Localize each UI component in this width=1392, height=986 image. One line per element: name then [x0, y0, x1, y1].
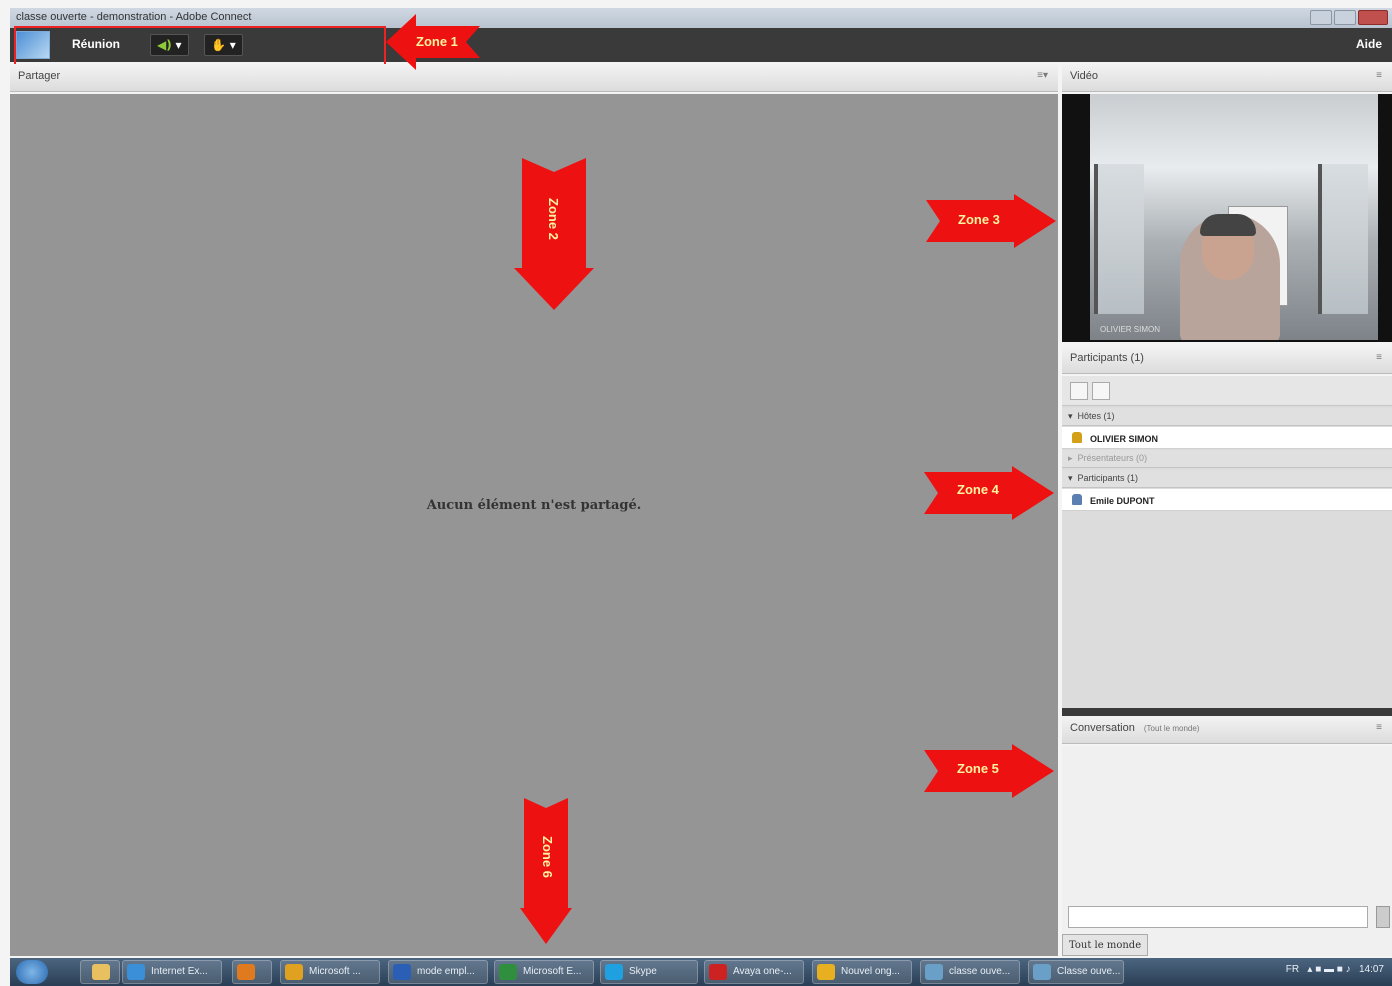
adobe-connect-window: classe ouverte - demonstration - Adobe C…: [0, 0, 1392, 986]
chat-pod-header: Conversation (Tout le monde) ≡: [1062, 716, 1392, 744]
taskbar-item[interactable]: Skype: [600, 960, 698, 984]
window-titlebar: classe ouverte - demonstration - Adobe C…: [10, 8, 1392, 28]
participants-pod-options-icon[interactable]: ≡: [1376, 352, 1382, 363]
taskbar-item[interactable]: Nouvel ong...: [812, 960, 912, 984]
app-icon: [499, 964, 517, 980]
windows-taskbar: Internet Ex... Microsoft ... mode empl... M…: [10, 958, 1392, 986]
chat-tab-everyone[interactable]: Tout le monde: [1062, 934, 1149, 956]
taskbar-item[interactable]: Microsoft E...: [494, 960, 594, 984]
taskbar-item[interactable]: mode empl...: [388, 960, 488, 984]
menu-help[interactable]: Aide: [1356, 37, 1382, 51]
app-icon: [285, 964, 303, 980]
taskbar-item[interactable]: Classe ouve...: [1028, 960, 1124, 984]
app-icon: [709, 964, 727, 980]
zone1-label: Zone 1: [416, 34, 458, 49]
taskbar-explorer[interactable]: [80, 960, 120, 984]
app-icon: [925, 964, 943, 980]
group-hosts[interactable]: ▾ Hôtes (1): [1062, 408, 1392, 426]
participants-pod-body: ▾ Hôtes (1) OLIVIER SIMON ▸ Présentateur…: [1062, 376, 1392, 708]
chat-message-input[interactable]: [1068, 906, 1368, 928]
participants-toolbar: [1062, 376, 1392, 406]
maximize-button[interactable]: [1334, 10, 1356, 25]
app-icon: [127, 964, 145, 980]
close-button[interactable]: [1358, 10, 1388, 25]
tray-language[interactable]: FR: [1286, 964, 1299, 975]
taskbar-item[interactable]: [232, 960, 272, 984]
app-icon: [817, 964, 835, 980]
chat-send-button[interactable]: [1376, 906, 1390, 928]
folder-icon: [92, 964, 110, 980]
presenter-hair: [1200, 214, 1256, 236]
app-icon: [237, 964, 255, 980]
attendee-user-icon: [1072, 494, 1082, 505]
app-icon: [393, 964, 411, 980]
group-presenters-label: Présentateurs (0): [1077, 453, 1148, 463]
start-button[interactable]: [16, 960, 48, 984]
webcam-feed: OLIVIER SIMON: [1090, 94, 1378, 340]
minimize-button[interactable]: [1310, 10, 1332, 25]
background-window: [1318, 164, 1368, 314]
list-view-icon[interactable]: [1070, 382, 1088, 400]
taskbar-item[interactable]: classe ouve...: [920, 960, 1020, 984]
status-view-icon[interactable]: [1092, 382, 1110, 400]
pod-separator: [1062, 708, 1392, 716]
group-participants-label: Participants (1): [1077, 473, 1139, 483]
share-pod-header: Partager ≡▾: [10, 64, 1058, 92]
group-participants[interactable]: ▾ Participants (1): [1062, 470, 1392, 488]
window-controls: [1310, 10, 1388, 25]
share-pod-title: Partager: [18, 70, 61, 82]
window-title: classe ouverte - demonstration - Adobe C…: [16, 11, 252, 23]
group-presenters[interactable]: ▸ Présentateurs (0): [1062, 450, 1392, 468]
chat-scope: (Tout le monde): [1143, 724, 1200, 733]
zone6-label: Zone 6: [540, 836, 555, 878]
host-user-icon: [1072, 432, 1082, 443]
video-pod-options-icon[interactable]: ≡: [1376, 70, 1382, 81]
system-tray: FR ▴ ■ ▬ ■ ♪ 14:07: [1285, 964, 1384, 975]
chat-pod-options-icon[interactable]: ≡: [1376, 722, 1382, 733]
app-icon: [1033, 964, 1051, 980]
camera-name-label: OLIVIER SIMON: [1100, 325, 1161, 334]
video-pod-title: Vidéo: [1070, 70, 1098, 82]
zone3-label: Zone 3: [958, 212, 1000, 227]
video-pod-header: Vidéo ≡: [1062, 64, 1392, 92]
tray-clock[interactable]: 14:07: [1359, 964, 1384, 975]
participant-attendee[interactable]: Emile DUPONT: [1062, 489, 1392, 511]
chat-pod-body: Tout le monde: [1062, 746, 1392, 956]
zone4-label: Zone 4: [957, 482, 999, 497]
share-pod-options-icon[interactable]: ≡▾: [1037, 70, 1048, 81]
participant-name: Emile DUPONT: [1090, 496, 1155, 506]
chat-pod-title: Conversation: [1070, 722, 1135, 734]
zone5-label: Zone 5: [957, 761, 999, 776]
taskbar-item[interactable]: Avaya one-...: [704, 960, 804, 984]
background-window: [1094, 164, 1144, 314]
participant-host[interactable]: OLIVIER SIMON: [1062, 427, 1392, 449]
group-hosts-label: Hôtes (1): [1077, 411, 1115, 421]
share-empty-message: Aucun élément n'est partagé.: [426, 498, 642, 513]
participant-name: OLIVIER SIMON: [1090, 434, 1159, 444]
zone2-label: Zone 2: [546, 198, 561, 240]
participants-pod-title: Participants (1): [1070, 352, 1144, 364]
video-pod-body: OLIVIER SIMON: [1062, 94, 1392, 342]
app-icon: [605, 964, 623, 980]
zone1-highlight-box: [14, 26, 386, 68]
participants-pod-header: Participants (1) ≡: [1062, 346, 1392, 374]
taskbar-item[interactable]: Internet Ex...: [122, 960, 222, 984]
taskbar-item[interactable]: Microsoft ...: [280, 960, 380, 984]
